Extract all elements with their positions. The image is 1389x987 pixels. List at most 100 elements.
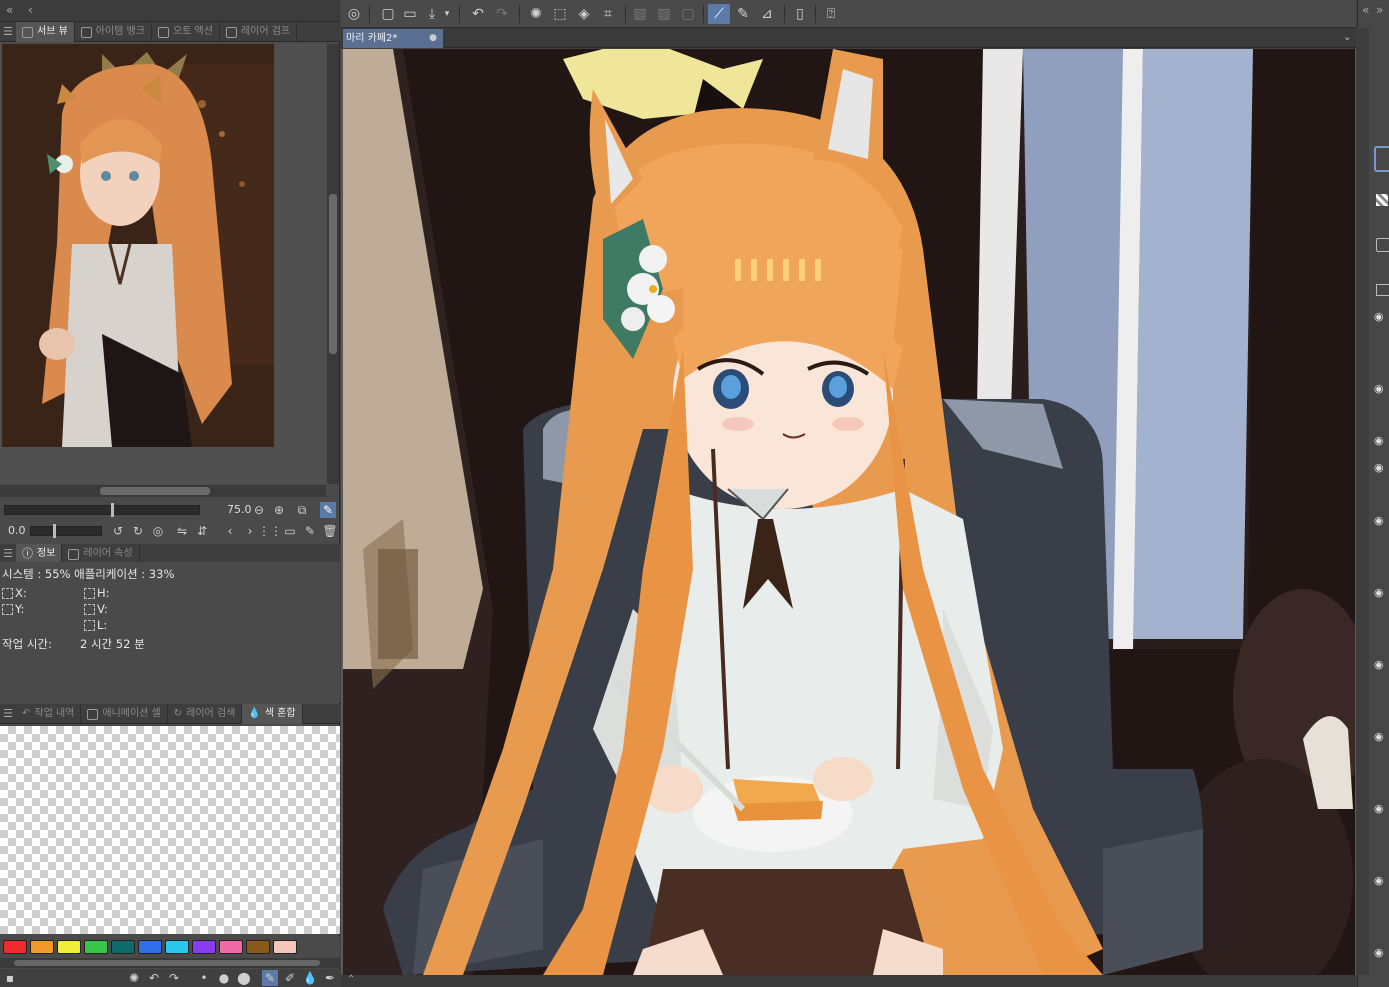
clear-selection-icon[interactable]: ⬚ [549, 4, 571, 24]
scroll-thumb[interactable] [329, 194, 337, 354]
color-swatch[interactable] [84, 940, 108, 954]
transparent-icon[interactable]: ▧ [629, 4, 651, 24]
drawing-canvas[interactable] [343, 49, 1355, 975]
rotate-right-icon[interactable]: ↻ [130, 523, 146, 539]
panel-menu-icon[interactable]: ☰ [0, 544, 16, 563]
flip-horizontal-icon[interactable]: ⇋ [174, 523, 190, 539]
layer-panel-icon[interactable] [1376, 238, 1389, 252]
tab-history[interactable]: ↶ 작업 내역 [16, 704, 82, 724]
next-image-icon[interactable]: › [242, 523, 258, 539]
color-swatch[interactable] [246, 940, 270, 954]
color-slot-icon[interactable] [1374, 146, 1389, 172]
reference-image[interactable] [2, 44, 274, 447]
save-icon[interactable]: ⤓ [421, 4, 443, 24]
chevron-down-icon[interactable]: ▾ [441, 4, 453, 24]
eye-icon[interactable]: ◉ [1374, 659, 1388, 670]
color-swatch[interactable] [3, 940, 27, 954]
brush-small-icon[interactable]: • [196, 970, 212, 986]
palette-scrollbar[interactable] [0, 958, 340, 968]
tab-animation-cel[interactable]: 애니메이션 셀 [81, 704, 168, 724]
slider-knob[interactable] [53, 524, 56, 538]
double-chevron-left-icon[interactable]: « [6, 3, 13, 17]
slider-knob[interactable] [111, 503, 114, 517]
undo-icon[interactable]: ↶ [467, 4, 489, 24]
loading-icon[interactable]: ✺ [525, 4, 547, 24]
color-swatch[interactable] [192, 940, 216, 954]
redo-icon[interactable]: ↷ [166, 970, 182, 986]
eye-icon[interactable]: ◉ [1374, 947, 1388, 958]
trash-icon[interactable]: 🗑 [322, 523, 338, 539]
reset-rotation-icon[interactable]: ◎ [150, 523, 166, 539]
brush-medium-icon[interactable]: ● [216, 970, 232, 986]
brush-large-icon[interactable]: ⬤ [236, 970, 252, 986]
zoom-in-icon[interactable]: ⊕ [271, 502, 287, 518]
redo-icon[interactable]: ↷ [491, 4, 513, 24]
eye-icon[interactable]: ◉ [1374, 383, 1388, 394]
crop-icon[interactable]: ⌗ [597, 4, 619, 24]
grid-icon[interactable]: ⋮⋮ [258, 523, 282, 539]
app-logo-icon[interactable]: ◎ [343, 4, 365, 24]
color-swatch[interactable] [30, 940, 54, 954]
color-swatch[interactable] [219, 940, 243, 954]
ruler-snap-icon[interactable]: ⟋ [708, 4, 730, 24]
panel-menu-icon[interactable]: ☰ [0, 22, 16, 41]
chevron-up-icon[interactable]: ⌃ [347, 974, 355, 985]
layer-list-icon[interactable] [1376, 284, 1389, 296]
chevron-left-icon[interactable]: ‹ [28, 3, 33, 17]
eye-icon[interactable]: ◉ [1374, 462, 1388, 473]
scroll-thumb[interactable] [14, 960, 320, 966]
tab-subview[interactable]: 서브 뷰 [16, 22, 75, 42]
open-file-icon[interactable]: ▭ [399, 4, 421, 24]
dot-icon[interactable]: ● [429, 29, 437, 48]
prev-image-icon[interactable]: ‹ [222, 523, 238, 539]
eye-icon[interactable]: ◉ [1374, 515, 1388, 526]
rotate-left-icon[interactable]: ↺ [110, 523, 126, 539]
brush-snap-icon[interactable]: ✎ [732, 4, 754, 24]
color-chip-icon[interactable]: ▪ [2, 970, 18, 986]
undo-icon[interactable]: ↶ [146, 970, 162, 986]
transparency-icon[interactable] [1376, 194, 1388, 206]
blend-tool-icon[interactable]: ✐ [282, 970, 298, 986]
tab-layer-search[interactable]: ↻ 레이어 검색 [168, 704, 243, 724]
color-swatch[interactable] [165, 940, 189, 954]
fill-icon[interactable]: ◈ [573, 4, 595, 24]
eye-icon[interactable]: ◉ [1374, 731, 1388, 742]
scroll-thumb[interactable] [100, 487, 210, 495]
color-swatch[interactable] [138, 940, 162, 954]
fit-view-icon[interactable]: ⧉ [294, 502, 310, 518]
tab-info[interactable]: ⓘ 정보 [16, 544, 63, 564]
tab-color-mixing[interactable]: 💧 색 혼합 [242, 704, 303, 724]
double-chevron-right-icon[interactable]: » [1376, 3, 1383, 17]
color-swatch[interactable] [273, 940, 297, 954]
eye-icon[interactable]: ◉ [1374, 875, 1388, 886]
water-drop-icon[interactable]: 💧 [302, 970, 318, 986]
right-scrollbar[interactable] [1357, 28, 1369, 975]
eye-icon[interactable]: ◉ [1374, 311, 1388, 322]
smartphone-icon[interactable]: ▯ [789, 4, 811, 24]
color-swatch[interactable] [111, 940, 135, 954]
subview-horizontal-scrollbar[interactable] [0, 485, 326, 497]
panel-menu-icon[interactable]: ☰ [0, 704, 16, 723]
eye-icon[interactable]: ◉ [1374, 587, 1388, 598]
tab-auto-action[interactable]: 오토 액션 [152, 22, 220, 42]
eyedropper-icon[interactable]: ✎ [320, 502, 336, 518]
new-file-icon[interactable]: ▢ [377, 4, 399, 24]
edit-icon[interactable]: ✎ [302, 523, 318, 539]
tab-layer-search-top[interactable]: 레이어 검프 [220, 22, 298, 42]
eye-icon[interactable]: ◉ [1374, 435, 1388, 446]
settings-icon[interactable]: ✺ [126, 970, 142, 986]
canvas-horizontal-scrollbar[interactable]: ⌃ [341, 974, 1356, 987]
color-swatch[interactable] [57, 940, 81, 954]
brush-tool-icon[interactable]: ✎ [262, 970, 278, 986]
zoom-slider[interactable] [4, 503, 200, 517]
help-icon[interactable]: ⍰ [820, 4, 842, 24]
zoom-out-icon[interactable]: ⊖ [251, 502, 267, 518]
eye-icon[interactable]: ◉ [1374, 803, 1388, 814]
chevron-down-icon[interactable]: ⌄ [1343, 30, 1352, 43]
tab-item-bank[interactable]: 아이템 뱅크 [75, 22, 152, 42]
document-tab[interactable]: 마리 카페2* ● [343, 29, 443, 48]
double-chevron-left-icon[interactable]: « [1362, 3, 1369, 17]
tab-layer-properties[interactable]: 레이어 속성 [62, 544, 140, 564]
special-ruler-icon[interactable]: ⊿ [756, 4, 778, 24]
frame-icon[interactable]: ▢ [677, 4, 699, 24]
